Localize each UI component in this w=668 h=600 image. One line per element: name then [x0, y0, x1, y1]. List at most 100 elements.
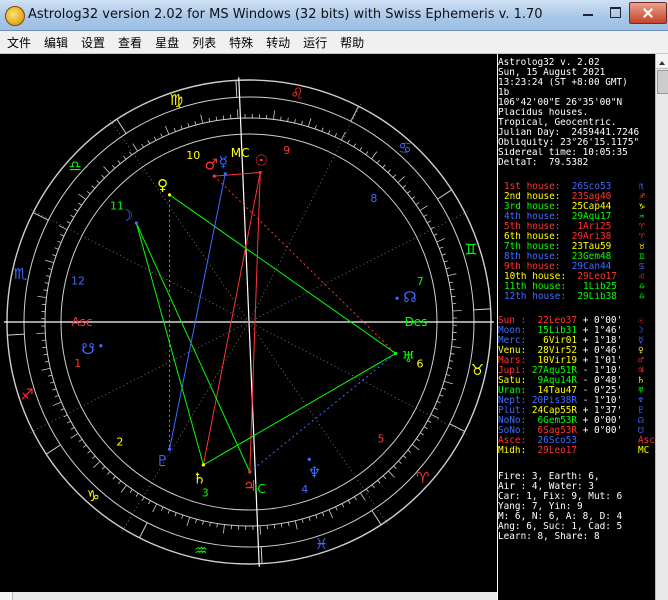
- planet-latitude: - 1°10': [582, 396, 623, 406]
- degree-tick: [44, 282, 49, 284]
- degree-tick: [427, 220, 431, 224]
- maximize-button[interactable]: [602, 2, 628, 22]
- mc-label: MC: [231, 146, 250, 160]
- minimize-button[interactable]: [575, 2, 601, 22]
- planet-label: NoNo:: [498, 416, 527, 426]
- degree-tick: [63, 414, 68, 418]
- house-cusp-line: [31, 209, 250, 323]
- chart-wheel-area[interactable]: ♈ ♉ ♊ ♋ ♌ ♍ ♎ ♏ ♐ ♑ ♒ ♓ 1 2 3 4 5 6 7 8 9 10 11 12 Asc Des MC IC ☉ ☽ ☿…: [0, 54, 497, 600]
- menu-settings[interactable]: 设置: [74, 31, 111, 51]
- degree-tick: [195, 519, 197, 524]
- planet-position: 10Vir19: [537, 356, 578, 366]
- house-cusp-value: 1Ari25: [577, 222, 612, 232]
- house-label: 3rd house:: [504, 202, 561, 212]
- degree-tick: [419, 205, 428, 211]
- degree-tick: [87, 450, 91, 454]
- scroll-thumb[interactable]: [657, 70, 668, 94]
- degree-tick: [371, 484, 375, 489]
- close-button[interactable]: [629, 2, 667, 24]
- horizontal-scrollbar[interactable]: [0, 592, 497, 600]
- menu-file[interactable]: 文件: [0, 31, 37, 51]
- house-label: 1st house:: [504, 182, 561, 192]
- degree-tick: [141, 496, 145, 501]
- planet-latitude: - 1°10': [582, 366, 623, 376]
- aspect-line: [203, 353, 396, 466]
- scroll-up-arrow-icon[interactable]: [656, 54, 668, 69]
- degree-tick: [436, 401, 441, 404]
- planet-position: 24Cap55R: [531, 406, 578, 416]
- house-label: 10th house:: [504, 272, 567, 282]
- planet-marker: [212, 174, 216, 178]
- summary-text: M: 6, N: 6, A: 8, D: 4: [498, 512, 623, 522]
- degree-tick: [436, 238, 446, 243]
- degree-tick: [66, 221, 71, 224]
- degree-tick: [52, 388, 57, 391]
- degree-tick: [411, 196, 416, 200]
- planet-position: 15Lib31: [537, 326, 578, 336]
- sign-glyph-icon: ♎: [68, 157, 81, 175]
- menu-special[interactable]: 特殊: [222, 31, 259, 51]
- degree-tick: [54, 395, 59, 398]
- menu-edit[interactable]: 编辑: [37, 31, 74, 51]
- planet-marker: [167, 193, 172, 197]
- app-icon[interactable]: [5, 6, 25, 26]
- vertical-scrollbar[interactable]: [655, 54, 668, 600]
- planet-position-row: Nept: 20Pis38R - 1°10' ♆: [498, 396, 656, 406]
- planet-glyph-icon: ☿: [219, 153, 228, 171]
- degree-tick: [359, 147, 363, 151]
- house-number: 8: [370, 192, 377, 205]
- house-cusp-row: 10th house: 29Leo17 ♌: [498, 272, 656, 282]
- scroll-left-arrow-icon[interactable]: [0, 592, 13, 600]
- planet-label: Uran:: [498, 386, 527, 396]
- degree-tick: [398, 460, 402, 464]
- info-text: Tropical, Geocentric.: [498, 118, 617, 128]
- chart-wheel[interactable]: ♈♉♊♋♌♍♎♏♐♑♒ ♓123 456789101112Asc DesMCIC☉☽☿…: [0, 54, 497, 592]
- house-cusp-line: [248, 321, 467, 435]
- title-bar: Astrolog32 version 2.02 for MS Windows (…: [0, 0, 668, 31]
- degree-tick: [393, 465, 397, 470]
- sign-boundary: [32, 212, 49, 221]
- menu-view[interactable]: 查看: [111, 31, 148, 51]
- planet-position-row: Uran: 14Tau47 - 0°25' ♅: [498, 386, 656, 396]
- degree-tick: [354, 496, 357, 501]
- sign-boundary: [139, 522, 148, 539]
- house-label: 9th house:: [504, 262, 561, 272]
- degree-tick: [450, 353, 455, 355]
- planet-latitude: + 0°00': [582, 426, 623, 436]
- sign-glyph-icon: ♓: [315, 535, 328, 553]
- info-panel: Astrolog32 v. 2.02 Sun, 15 August 2021 13:…: [497, 54, 656, 600]
- summary-text: Fire: 3, Earth: 6,: [498, 472, 600, 482]
- house-cusp-row: 3rd house: 25Cap44 ♑: [498, 202, 656, 212]
- house-label: 7th house:: [504, 242, 561, 252]
- info-text: 1b: [498, 88, 510, 98]
- planet-position: 14Tau47: [537, 386, 578, 396]
- house-number: 12: [71, 274, 85, 287]
- planet-glyph-icon: ☽: [120, 206, 133, 224]
- degree-tick: [441, 387, 446, 390]
- sign-glyph-icon: ♒: [194, 541, 207, 559]
- degree-tick: [416, 438, 420, 442]
- planet-position-row: Moon: 15Lib31 + 1°46' ☽: [498, 326, 656, 336]
- menu-help[interactable]: 帮助: [333, 31, 370, 51]
- degree-tick: [123, 155, 127, 160]
- house-cusp-line: [238, 77, 250, 323]
- menu-list[interactable]: 列表: [185, 31, 222, 51]
- degree-tick: [160, 133, 163, 138]
- planet-position: 20Pis38R: [531, 396, 578, 406]
- info-header-line: Julian Day: 2459441.7246: [498, 128, 656, 138]
- house-number: 7: [417, 275, 424, 288]
- degree-tick: [223, 524, 225, 534]
- degree-tick: [167, 509, 170, 514]
- planet-position-row: SoNo: 6Sag53R + 0°00' ☋: [498, 426, 656, 436]
- degree-tick: [407, 190, 411, 194]
- summary-text: Ang: 6, Suc: 1, Cad: 5: [498, 522, 623, 532]
- menu-chart[interactable]: 星盘: [148, 31, 185, 51]
- menu-run[interactable]: 运行: [296, 31, 333, 51]
- menu-rotate[interactable]: 转动: [259, 31, 296, 51]
- planet-position-row: Jupi: 27Aqu51R - 1°10' ♃: [498, 366, 656, 376]
- sign-boundary: [235, 80, 238, 98]
- planet-label: Midh:: [498, 446, 527, 456]
- degree-tick: [86, 191, 91, 195]
- planet-label: Venu:: [498, 346, 527, 356]
- aspect-line: [249, 353, 396, 473]
